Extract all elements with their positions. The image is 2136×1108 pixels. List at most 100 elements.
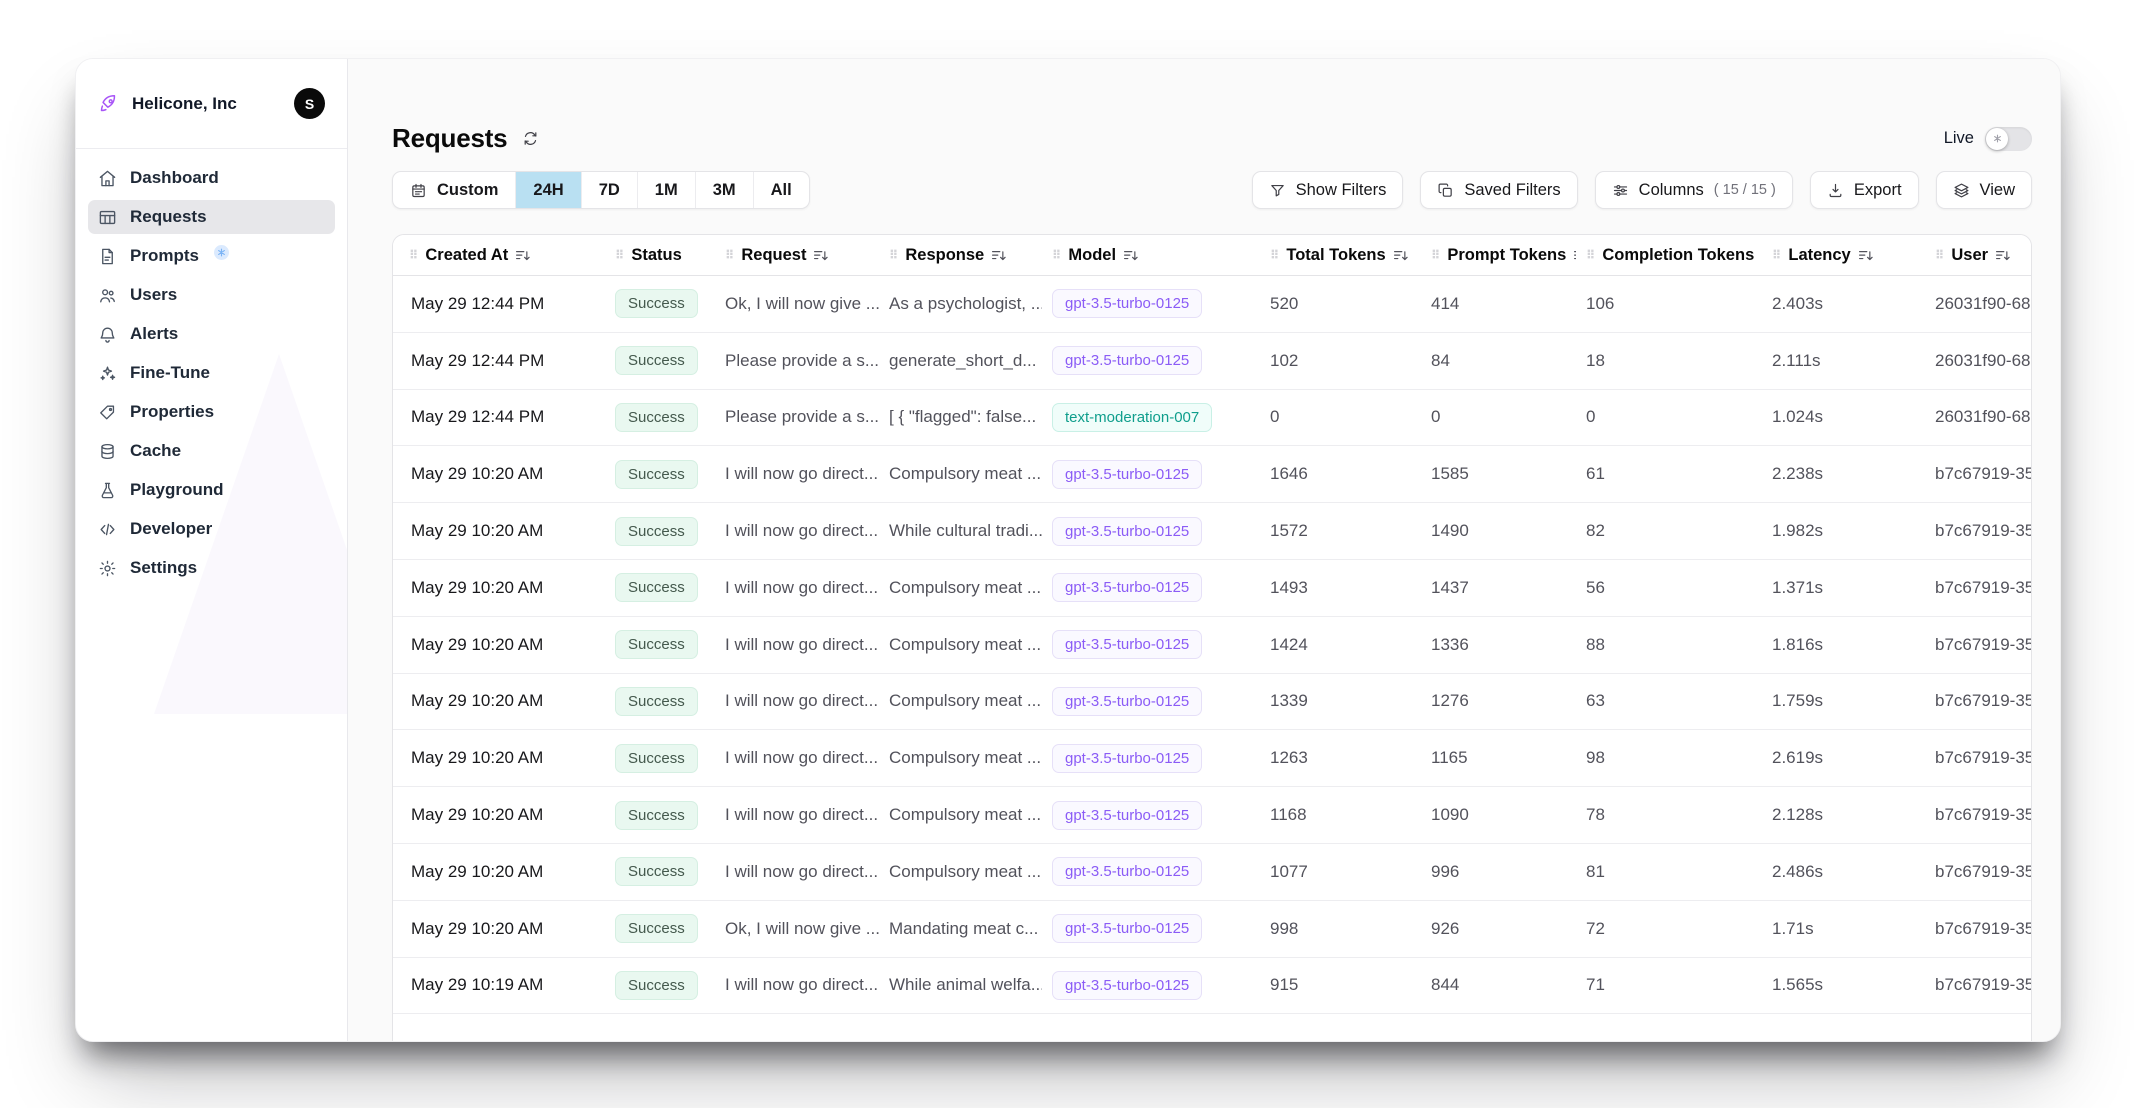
table-row[interactable]: May 29 10:20 AMSuccessI will now go dire… [393, 730, 2031, 787]
column-header-status[interactable]: ⠿Status [605, 246, 715, 265]
sidebar-item-prompts[interactable]: Prompts [88, 239, 335, 273]
column-header-prompt_tokens[interactable]: ⠿Prompt Tokens [1421, 246, 1576, 265]
column-header-response[interactable]: ⠿Response [879, 246, 1042, 265]
cell-request: I will now go direct... [715, 578, 879, 598]
columns-button[interactable]: Columns( 15 / 15 ) [1595, 171, 1793, 209]
column-header-request[interactable]: ⠿Request [715, 246, 879, 265]
sort-icon[interactable] [1858, 249, 1874, 262]
drag-handle-icon[interactable]: ⠿ [1586, 249, 1595, 261]
cell-response: Compulsory meat ... [879, 635, 1042, 655]
cell-request: I will now go direct... [715, 975, 879, 995]
cell-request: Please provide a s... [715, 407, 879, 427]
column-header-created_at[interactable]: ⠿Created At [393, 246, 605, 265]
drag-handle-icon[interactable]: ⠿ [1772, 249, 1781, 261]
cell-status: Success [605, 289, 715, 318]
time-range-custom[interactable]: Custom [393, 172, 516, 208]
status-badge: Success [615, 801, 698, 830]
drag-handle-icon[interactable]: ⠿ [1270, 249, 1279, 261]
sidebar-item-playground[interactable]: Playground [88, 473, 335, 507]
avatar[interactable]: S [294, 88, 325, 119]
sidebar-item-cache[interactable]: Cache [88, 434, 335, 468]
table-row[interactable]: May 29 10:20 AMSuccessI will now go dire… [393, 674, 2031, 731]
cell-request: I will now go direct... [715, 691, 879, 711]
sidebar-item-label: Requests [130, 207, 207, 227]
table-row[interactable]: May 29 10:20 AMSuccessI will now go dire… [393, 844, 2031, 901]
table-row[interactable]: May 29 12:44 PMSuccessOk, I will now giv… [393, 276, 2031, 333]
sort-icon[interactable] [515, 249, 531, 262]
sidebar-item-label: Dashboard [130, 168, 219, 188]
saved-filters-button[interactable]: Saved Filters [1420, 171, 1577, 209]
table-row[interactable]: May 29 10:20 AMSuccessI will now go dire… [393, 617, 2031, 674]
toolbar: Show Filters Saved Filters Columns( 15 / 1… [1252, 171, 2032, 209]
time-range-3m[interactable]: 3M [696, 172, 754, 208]
model-badge: text-moderation-007 [1052, 403, 1212, 432]
sort-icon[interactable] [1393, 249, 1409, 262]
sidebar-item-requests[interactable]: Requests [88, 200, 335, 234]
funnel-icon [1269, 182, 1286, 199]
table-row[interactable]: May 29 10:20 AMSuccessI will now go dire… [393, 503, 2031, 560]
drag-handle-icon[interactable]: ⠿ [1431, 249, 1440, 261]
column-header-latency[interactable]: ⠿Latency [1762, 246, 1925, 265]
cell-user: 26031f90-68 [1925, 407, 2032, 427]
drag-handle-icon[interactable]: ⠿ [889, 249, 898, 261]
time-range-7d[interactable]: 7D [582, 172, 638, 208]
column-header-user[interactable]: ⠿User [1925, 246, 2032, 265]
time-range-24h[interactable]: 24H [516, 172, 581, 208]
sidebar-item-users[interactable]: Users [88, 278, 335, 312]
table-row[interactable]: May 29 12:44 PMSuccessPlease provide a s… [393, 333, 2031, 390]
cell-latency: 1.565s [1762, 975, 1925, 995]
sidebar-item-dashboard[interactable]: Dashboard [88, 161, 335, 195]
org-switcher[interactable]: Helicone, Inc S [76, 59, 347, 149]
sort-icon[interactable] [813, 249, 829, 262]
sidebar-item-label: Users [130, 285, 177, 305]
sparkles-icon [98, 364, 117, 383]
cell-prompt_tokens: 1090 [1421, 805, 1576, 825]
sidebar-item-settings[interactable]: Settings [88, 551, 335, 585]
sort-icon[interactable] [991, 249, 1007, 262]
cell-request: Ok, I will now give ... [715, 294, 879, 314]
view-button[interactable]: View [1936, 171, 2032, 209]
cell-response: Compulsory meat ... [879, 691, 1042, 711]
table-row[interactable]: May 29 10:20 AMSuccessOk, I will now giv… [393, 901, 2031, 958]
cell-model: gpt-3.5-turbo-0125 [1042, 573, 1260, 602]
model-badge: gpt-3.5-turbo-0125 [1052, 801, 1202, 830]
sidebar-item-properties[interactable]: Properties [88, 395, 335, 429]
cell-status: Success [605, 801, 715, 830]
cell-prompt_tokens: 414 [1421, 294, 1576, 314]
column-header-model[interactable]: ⠿Model [1042, 246, 1260, 265]
cell-status: Success [605, 687, 715, 716]
sidebar-item-fine-tune[interactable]: Fine-Tune [88, 356, 335, 390]
table-row[interactable]: May 29 10:19 AMSuccessI will now go dire… [393, 958, 2031, 1015]
cell-user: b7c67919-35 [1925, 748, 2032, 768]
drag-handle-icon[interactable]: ⠿ [1935, 249, 1944, 261]
bell-icon [98, 325, 117, 344]
live-toggle[interactable] [1985, 127, 2032, 151]
sidebar-item-label: Cache [130, 441, 181, 461]
column-header-completion_tokens[interactable]: ⠿Completion Tokens [1576, 246, 1762, 265]
table-row[interactable]: May 29 10:20 AMSuccessI will now go dire… [393, 560, 2031, 617]
time-range-all[interactable]: All [754, 172, 809, 208]
org-name: Helicone, Inc [132, 94, 237, 114]
drag-handle-icon[interactable]: ⠿ [615, 249, 624, 261]
column-header-total_tokens[interactable]: ⠿Total Tokens [1260, 246, 1421, 265]
export-button[interactable]: Export [1810, 171, 1919, 209]
status-badge: Success [615, 914, 698, 943]
drag-handle-icon[interactable]: ⠿ [725, 249, 734, 261]
table-row[interactable]: May 29 12:44 PMSuccessPlease provide a s… [393, 390, 2031, 447]
drag-handle-icon[interactable]: ⠿ [1052, 249, 1061, 261]
sort-icon[interactable] [1123, 249, 1139, 262]
show-filters-button[interactable]: Show Filters [1252, 171, 1404, 209]
table-row[interactable]: May 29 10:20 AMSuccessI will now go dire… [393, 446, 2031, 503]
cell-prompt_tokens: 0 [1421, 407, 1576, 427]
cell-status: Success [605, 971, 715, 1000]
sidebar-item-alerts[interactable]: Alerts [88, 317, 335, 351]
table-row[interactable]: May 29 10:20 AMSuccessI will now go dire… [393, 787, 2031, 844]
time-range-1m[interactable]: 1M [638, 172, 696, 208]
cell-response: [ { "flagged": false... [879, 407, 1042, 427]
cell-user: b7c67919-35 [1925, 521, 2032, 541]
drag-handle-icon[interactable]: ⠿ [409, 249, 418, 261]
sidebar-item-developer[interactable]: Developer [88, 512, 335, 546]
cell-request: I will now go direct... [715, 805, 879, 825]
sort-icon[interactable] [1995, 249, 2011, 262]
refresh-icon[interactable] [522, 130, 539, 147]
